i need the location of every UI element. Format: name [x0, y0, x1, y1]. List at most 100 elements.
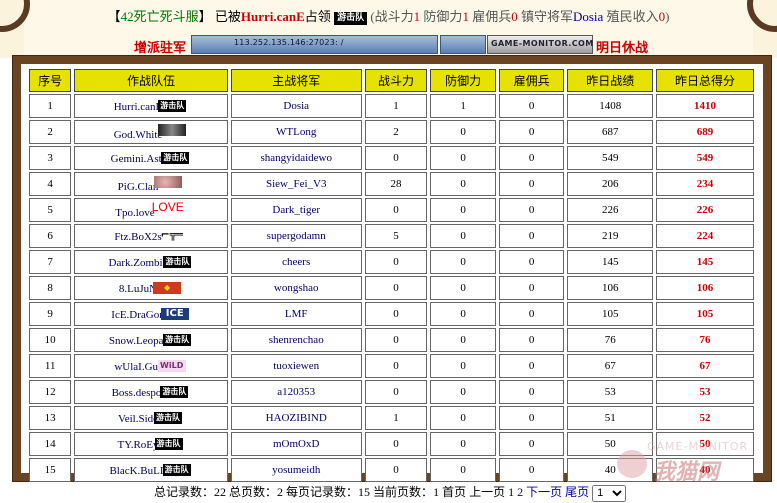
server-ip-banner[interactable]: 113.252.135.146:27023: / — [191, 35, 438, 54]
header-general: 主战将军 — [230, 69, 362, 92]
occupied-by-label: 已被 — [214, 9, 241, 24]
team-name-text[interactable]: Hurri.canE — [114, 101, 163, 113]
general-cell[interactable]: a120353 — [230, 380, 362, 404]
general-value[interactable]: Dosia — [573, 9, 603, 24]
team-cell[interactable]: Snow.Leopar游击队 — [74, 328, 228, 352]
team-name-text[interactable]: wUlaI.GuI — [114, 361, 161, 373]
table-row: 2 God.White WTLong 2 0 0 687 689 — [29, 120, 754, 144]
team-name-text[interactable]: God.White — [114, 129, 163, 141]
table-row: 11 wUlaI.GuIWiLD tuoxiewen 0 0 0 67 67 — [29, 354, 754, 378]
first-page-link[interactable]: 首页 — [442, 485, 466, 499]
team-name-text[interactable]: Snow.Leopar — [109, 335, 167, 347]
record-cell: 226 — [567, 198, 654, 222]
team-name-text[interactable]: 8.LuJuN — [119, 283, 157, 295]
team-cell[interactable]: PiG.Clan — [74, 172, 228, 196]
team-name-text[interactable]: Gemini.Astr — [111, 153, 166, 165]
table-row: 5 Tpo.loveLOVE Dark_tiger 0 0 0 226 226 — [29, 198, 754, 222]
team-cell[interactable]: IcE.DraGonICE — [74, 302, 228, 326]
team-name-text[interactable]: Ftz.BoX2s — [114, 231, 161, 243]
team-cell[interactable]: Dark.Zombie游击队 — [74, 250, 228, 274]
total-label: 总记录数： — [154, 485, 215, 499]
general-cell[interactable]: WTLong — [230, 120, 362, 144]
team-name[interactable]: Veil.Side游击队 — [118, 411, 184, 425]
team-cell[interactable]: TY.RoEy游击队 — [74, 432, 228, 456]
general-cell[interactable]: Dark_tiger — [230, 198, 362, 222]
team-name[interactable]: IcE.DraGonICE — [111, 307, 190, 321]
team-cell[interactable]: Tpo.loveLOVE — [74, 198, 228, 222]
income-label: 殖民收入 — [603, 9, 659, 24]
bracket-close: 】 — [198, 9, 212, 24]
current-value: 1 — [433, 485, 440, 499]
general-cell[interactable]: shangyidaidewo — [230, 146, 362, 170]
team-name-text[interactable]: BlacK.BuLL — [109, 465, 166, 477]
general-cell[interactable]: shenrenchao — [230, 328, 362, 352]
last-page-link[interactable]: 尾页 — [565, 485, 589, 499]
team-name-text[interactable]: PiG.Clan — [118, 181, 159, 193]
general-cell[interactable]: Dosia — [230, 94, 362, 118]
team-badge-icon: 游击队 — [334, 12, 368, 25]
team-name[interactable]: Snow.Leopar游击队 — [109, 333, 193, 347]
defense-cell: 0 — [430, 406, 496, 430]
general-cell[interactable]: HAOZIBIND — [230, 406, 362, 430]
general-cell[interactable]: tuoxiewen — [230, 354, 362, 378]
team-cell[interactable]: BlacK.BuLL游击队 — [74, 458, 228, 482]
general-cell[interactable]: LMF — [230, 302, 362, 326]
team-name[interactable]: Gemini.Astr游击队 — [111, 151, 192, 165]
team-name-text[interactable]: IcE.DraGon — [111, 309, 164, 321]
defense-cell: 0 — [430, 276, 496, 300]
general-cell[interactable]: Siew_Fei_V3 — [230, 172, 362, 196]
team-name[interactable]: God.White — [114, 123, 189, 141]
team-name[interactable]: Dark.Zombie游击队 — [109, 255, 194, 269]
per-page-value: 15 — [358, 485, 371, 499]
power-cell: 2 — [364, 120, 428, 144]
team-cell[interactable]: 8.LuJuN ◆ — [74, 276, 228, 300]
team-name-text[interactable]: TY.RoEy — [117, 439, 158, 451]
general-cell[interactable]: wongshao — [230, 276, 362, 300]
page-select[interactable]: 1 — [592, 484, 627, 502]
score-cell: 76 — [656, 328, 754, 352]
team-name[interactable]: 8.LuJuN ◆ — [119, 281, 183, 295]
team-name-text[interactable]: Tpo.love — [115, 207, 154, 219]
team-name[interactable]: Hurri.canE游击队 — [114, 99, 189, 113]
merc-cell: 0 — [498, 172, 565, 196]
team-name[interactable]: Tpo.loveLOVE — [115, 201, 186, 219]
rank-cell: 14 — [29, 432, 72, 456]
team-name-text[interactable]: Boss.despot — [112, 387, 165, 399]
team-cell[interactable]: Boss.despot游击队 — [74, 380, 228, 404]
team-cell[interactable]: Veil.Side游击队 — [74, 406, 228, 430]
rank-cell: 9 — [29, 302, 72, 326]
team-emblem-icon: 游击队 — [160, 385, 189, 398]
power-cell: 0 — [364, 276, 428, 300]
rank-cell: 8 — [29, 276, 72, 300]
page-2-link[interactable]: 2 — [517, 485, 523, 499]
general-cell[interactable]: mOmOxD — [230, 432, 362, 456]
general-cell[interactable]: cheers — [230, 250, 362, 274]
team-cell[interactable]: Hurri.canE游击队 — [74, 94, 228, 118]
general-cell[interactable]: supergodamn — [230, 224, 362, 248]
truce-link[interactable]: 明日休战 — [596, 37, 648, 56]
team-cell[interactable]: Ftz.BoX2s⌐╦═ — [74, 224, 228, 248]
page-1-link[interactable]: 1 — [508, 485, 514, 499]
defense-cell: 0 — [430, 120, 496, 144]
team-cell[interactable]: God.White — [74, 120, 228, 144]
team-name-text[interactable]: Dark.Zombie — [109, 257, 168, 269]
rank-cell: 5 — [29, 198, 72, 222]
team-name[interactable]: PiG.Clan — [118, 175, 185, 193]
team-cell[interactable]: Gemini.Astr游击队 — [74, 146, 228, 170]
defense-cell: 0 — [430, 302, 496, 326]
reinforce-link[interactable]: 增派驻军 — [134, 37, 186, 56]
occupying-team[interactable]: Hurri.canE — [241, 9, 305, 24]
team-name[interactable]: TY.RoEy游击队 — [117, 437, 184, 451]
team-cell[interactable]: wUlaI.GuIWiLD — [74, 354, 228, 378]
team-name[interactable]: wUlaI.GuIWiLD — [114, 359, 187, 373]
team-name[interactable]: BlacK.BuLL游击队 — [109, 463, 192, 477]
team-name[interactable]: Boss.despot游击队 — [112, 385, 191, 399]
defense-cell: 1 — [430, 94, 496, 118]
team-name[interactable]: Ftz.BoX2s⌐╦═ — [114, 229, 187, 244]
rank-cell: 13 — [29, 406, 72, 430]
team-name-text[interactable]: Veil.Side — [118, 413, 158, 425]
general-cell[interactable]: yosumeidh — [230, 458, 362, 482]
next-page-link[interactable]: 下一页 — [526, 485, 562, 499]
prev-page-link[interactable]: 上一页 — [469, 485, 505, 499]
game-monitor-banner[interactable]: GAME-MONITOR.COM — [487, 35, 593, 54]
